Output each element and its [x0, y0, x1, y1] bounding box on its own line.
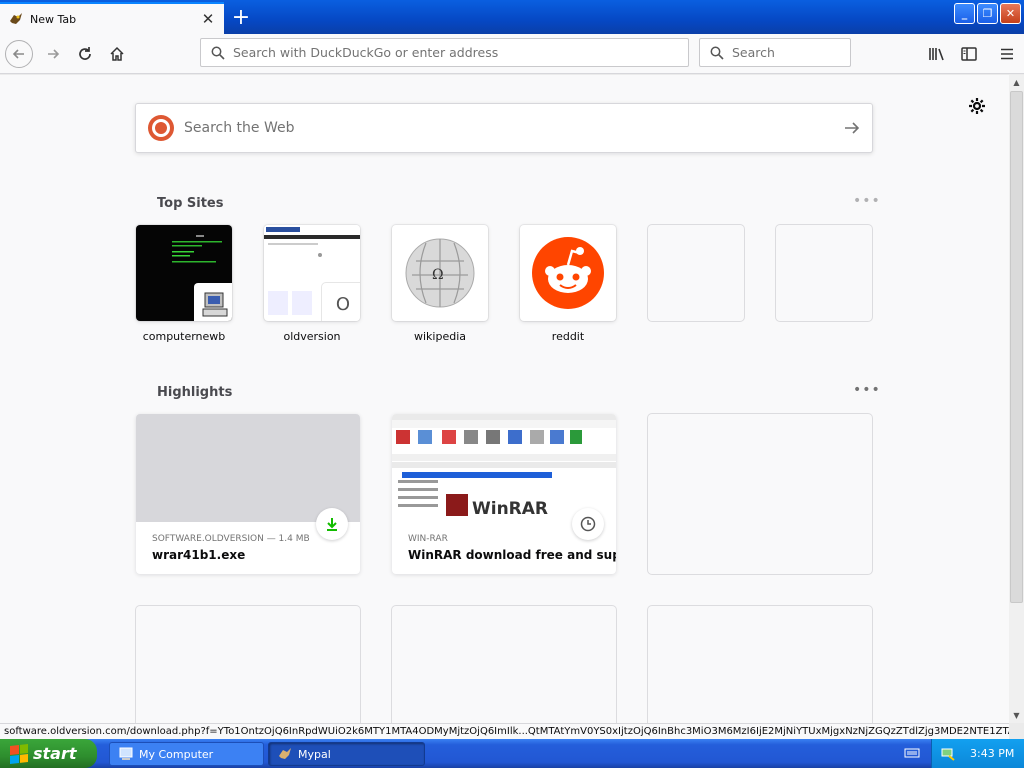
minimize-button[interactable]: _ [954, 3, 975, 24]
search-bar-placeholder: Search [732, 45, 775, 60]
back-button[interactable] [5, 40, 33, 68]
top-site-wikipedia[interactable]: Ω wikipedia [392, 225, 488, 343]
svg-text:Ω: Ω [432, 267, 444, 283]
page-scrollbar[interactable]: ▲ ▼ [1009, 75, 1024, 723]
clock-icon [572, 508, 604, 540]
scroll-down-arrow-icon[interactable]: ▼ [1009, 708, 1024, 723]
windows-taskbar: start My Computer Mypal 3:43 PM [0, 739, 1024, 768]
card-preview [136, 414, 360, 522]
empty-site-placeholder [776, 225, 872, 321]
search-icon [708, 44, 726, 62]
forward-arrow-icon [48, 49, 60, 59]
hamburger-menu-icon[interactable] [992, 40, 1022, 68]
link-status-url: software.oldversion.com/download.php?f=Y… [0, 723, 1009, 739]
restore-button[interactable]: ❐ [977, 3, 998, 24]
back-arrow-icon [12, 49, 24, 59]
top-sites-menu-button[interactable]: ••• [853, 193, 881, 209]
download-icon [316, 508, 348, 540]
new-tab-button[interactable]: + [228, 4, 254, 30]
library-icon[interactable] [922, 40, 952, 68]
start-label: start [33, 744, 77, 763]
keyboard-icon[interactable] [903, 745, 921, 761]
search-go-arrow-icon[interactable] [832, 108, 872, 148]
duckduckgo-logo-icon [148, 115, 174, 141]
taskbar-item-label: Mypal [298, 747, 331, 761]
site-thumbnail: Ω [392, 225, 488, 321]
url-bar-placeholder: Search with DuckDuckGo or enter address [233, 45, 499, 60]
card-context: WIN-RAR [408, 534, 448, 544]
forward-button[interactable] [39, 40, 67, 68]
top-site-computernewb[interactable]: computernewb [136, 225, 232, 343]
card-title: WinRAR download free and sup... [408, 548, 616, 562]
top-site-empty [776, 225, 872, 321]
highlight-card-winrar[interactable]: WinRAR WIN-RAR WinRAR download free and … [392, 414, 616, 574]
title-bar: New Tab ✕ + _ ❐ ✕ [0, 0, 1024, 34]
card-context: SOFTWARE.OLDVERSION — 1.4 MB [152, 534, 310, 544]
scroll-up-arrow-icon[interactable]: ▲ [1009, 75, 1024, 90]
taskbar-item-label: My Computer [139, 747, 214, 761]
network-icon[interactable] [940, 746, 956, 762]
my-computer-icon [118, 746, 134, 762]
mypal-icon [277, 746, 293, 762]
top-site-reddit[interactable]: reddit [520, 225, 616, 343]
tab-close-icon[interactable]: ✕ [198, 9, 218, 29]
top-sites-heading: Top Sites [157, 196, 224, 211]
sidebar-toggle-icon[interactable] [954, 40, 984, 68]
reload-icon [79, 47, 91, 60]
close-window-button[interactable]: ✕ [1000, 3, 1021, 24]
web-search-box[interactable]: Search the Web [135, 103, 873, 153]
search-bar[interactable]: Search [699, 38, 851, 67]
wikipedia-globe-icon: Ω [405, 238, 475, 308]
home-button[interactable] [103, 40, 131, 68]
site-thumbnail [136, 225, 232, 321]
site-label: reddit [551, 330, 585, 343]
tab-new-tab[interactable]: New Tab ✕ [0, 2, 224, 34]
url-bar[interactable]: Search with DuckDuckGo or enter address [200, 38, 689, 67]
highlight-card-wrar[interactable]: SOFTWARE.OLDVERSION — 1.4 MB wrar41b1.ex… [136, 414, 360, 574]
navigation-toolbar: Search with DuckDuckGo or enter address … [0, 34, 1024, 74]
taskbar-item-my-computer[interactable]: My Computer [109, 742, 264, 766]
highlights-heading: Highlights [157, 385, 233, 400]
highlight-empty-placeholder [648, 606, 872, 723]
web-search-placeholder: Search the Web [184, 120, 295, 136]
site-label: wikipedia [413, 330, 466, 343]
card-title: wrar41b1.exe [152, 548, 246, 562]
scroll-thumb[interactable] [1010, 91, 1023, 603]
site-thumbnail: O [264, 225, 360, 321]
highlight-empty-placeholder [392, 606, 616, 723]
reload-button[interactable] [71, 40, 99, 68]
windows-flag-icon [10, 743, 28, 764]
site-thumbnail [520, 225, 616, 321]
empty-site-placeholder [648, 225, 744, 321]
search-icon [209, 44, 227, 62]
site-label: oldversion [283, 330, 341, 343]
top-site-oldversion[interactable]: O oldversion [264, 225, 360, 343]
top-site-empty [648, 225, 744, 321]
new-tab-page: Search the Web Top Sites ••• computernew… [0, 75, 1009, 723]
highlight-empty-placeholder [136, 606, 360, 723]
gear-icon[interactable] [966, 95, 988, 117]
taskbar-item-mypal[interactable]: Mypal [268, 742, 425, 766]
home-icon [110, 46, 124, 61]
start-button[interactable]: start [0, 739, 97, 768]
highlights-menu-button[interactable]: ••• [853, 382, 881, 398]
svg-text:WinRAR: WinRAR [472, 499, 548, 519]
site-label: computernewb [142, 330, 226, 343]
system-tray: 3:43 PM [931, 739, 1024, 768]
reddit-logo-icon [532, 237, 604, 309]
computer-icon [194, 283, 232, 321]
mypal-favicon-icon [8, 11, 24, 27]
card-preview: WinRAR [392, 414, 616, 522]
highlight-empty-placeholder [648, 414, 872, 574]
clock: 3:43 PM [970, 747, 1015, 760]
tab-title: New Tab [30, 12, 77, 26]
oldversion-letter-icon: O [322, 283, 360, 321]
